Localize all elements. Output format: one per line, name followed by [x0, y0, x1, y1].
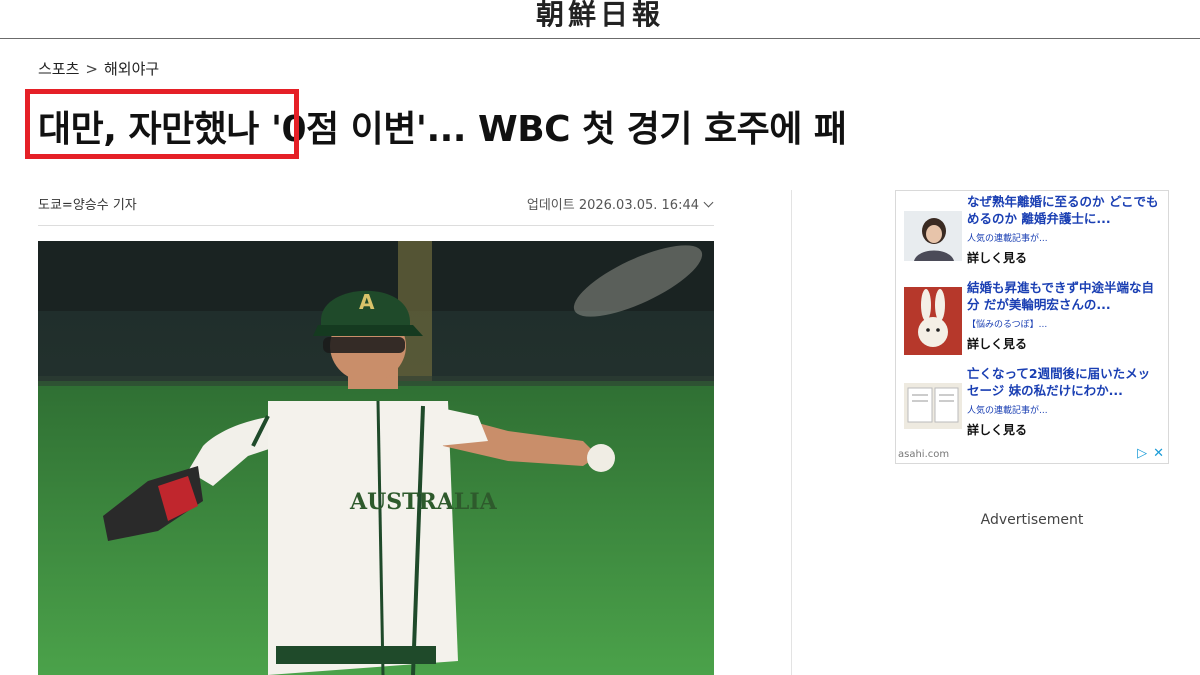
ad-source-domain[interactable]: asahi.com [898, 449, 949, 460]
breadcrumb-overseas-baseball[interactable]: 해외야구 [104, 60, 159, 78]
close-icon[interactable]: ✕ [1153, 446, 1164, 461]
ad-read-more-link[interactable]: 詳しく見る [967, 335, 1027, 352]
ad-item[interactable]: なぜ熟年離婚に至るのか どこでもめるのか 離婚弁護士に... 人気の連載記事が.… [896, 193, 1168, 275]
ad-source: 人気の連載記事が... [967, 406, 1048, 416]
ad-read-more-link[interactable]: 詳しく見る [967, 421, 1027, 438]
ad-source: 人気の連載記事が... [967, 234, 1048, 244]
breadcrumb: 스포츠 > 해외야구 [38, 58, 159, 79]
ad-source: 【悩みのるつぼ】... [967, 320, 1048, 330]
ad-item[interactable]: 結婚も昇進もできず中途半端な自分 だが美輪明宏さんの... 【悩みのるつぼ】..… [896, 279, 1168, 361]
ad-title[interactable]: 結婚も昇進もできず中途半端な自分 だが美輪明宏さんの... [967, 279, 1162, 313]
adchoices-icon[interactable]: ▷ [1137, 446, 1147, 461]
ad-read-more-link[interactable]: 詳しく見る [967, 249, 1027, 266]
ad-item[interactable]: 亡くなって2週間後に届いたメッセージ 妹の私だけにわか... 人気の連載記事が.… [896, 365, 1168, 447]
highlight-annotation-box [25, 89, 299, 159]
article-photo[interactable]: A AUSTRALIA [38, 241, 714, 675]
ad-title[interactable]: 亡くなって2週間後に届いたメッセージ 妹の私だけにわか... [967, 365, 1162, 399]
updated-timestamp: 업데이트 2026.03.05. 16:44 [526, 198, 699, 213]
divider [38, 225, 714, 226]
masthead: 朝鮮日報 [0, 0, 1200, 39]
breadcrumb-sports[interactable]: 스포츠 [38, 60, 79, 78]
ad-thumbnail[interactable] [904, 211, 962, 261]
ad-unit[interactable]: なぜ熟年離婚に至るのか どこでもめるのか 離婚弁護士に... 人気の連載記事が.… [895, 190, 1169, 464]
jersey-lettering: AUSTRALIA [349, 489, 498, 515]
column-divider [791, 190, 792, 675]
chevron-down-icon [703, 197, 714, 208]
article-byline[interactable]: 도쿄=양승수 기자 [38, 194, 137, 213]
svg-text:A: A [359, 290, 375, 314]
ad-thumbnail[interactable] [904, 287, 962, 355]
advertisement-label: Advertisement [980, 512, 1084, 528]
breadcrumb-separator: > [85, 60, 98, 78]
ad-thumbnail[interactable] [904, 383, 962, 429]
ad-controls: ▷ ✕ [1131, 446, 1164, 461]
ad-title[interactable]: なぜ熟年離婚に至るのか どこでもめるのか 離婚弁護士に... [967, 193, 1162, 227]
site-logo[interactable]: 朝鮮日報 [0, 0, 1200, 30]
article-updated-dropdown[interactable]: 업데이트 2026.03.05. 16:44 [526, 194, 714, 213]
